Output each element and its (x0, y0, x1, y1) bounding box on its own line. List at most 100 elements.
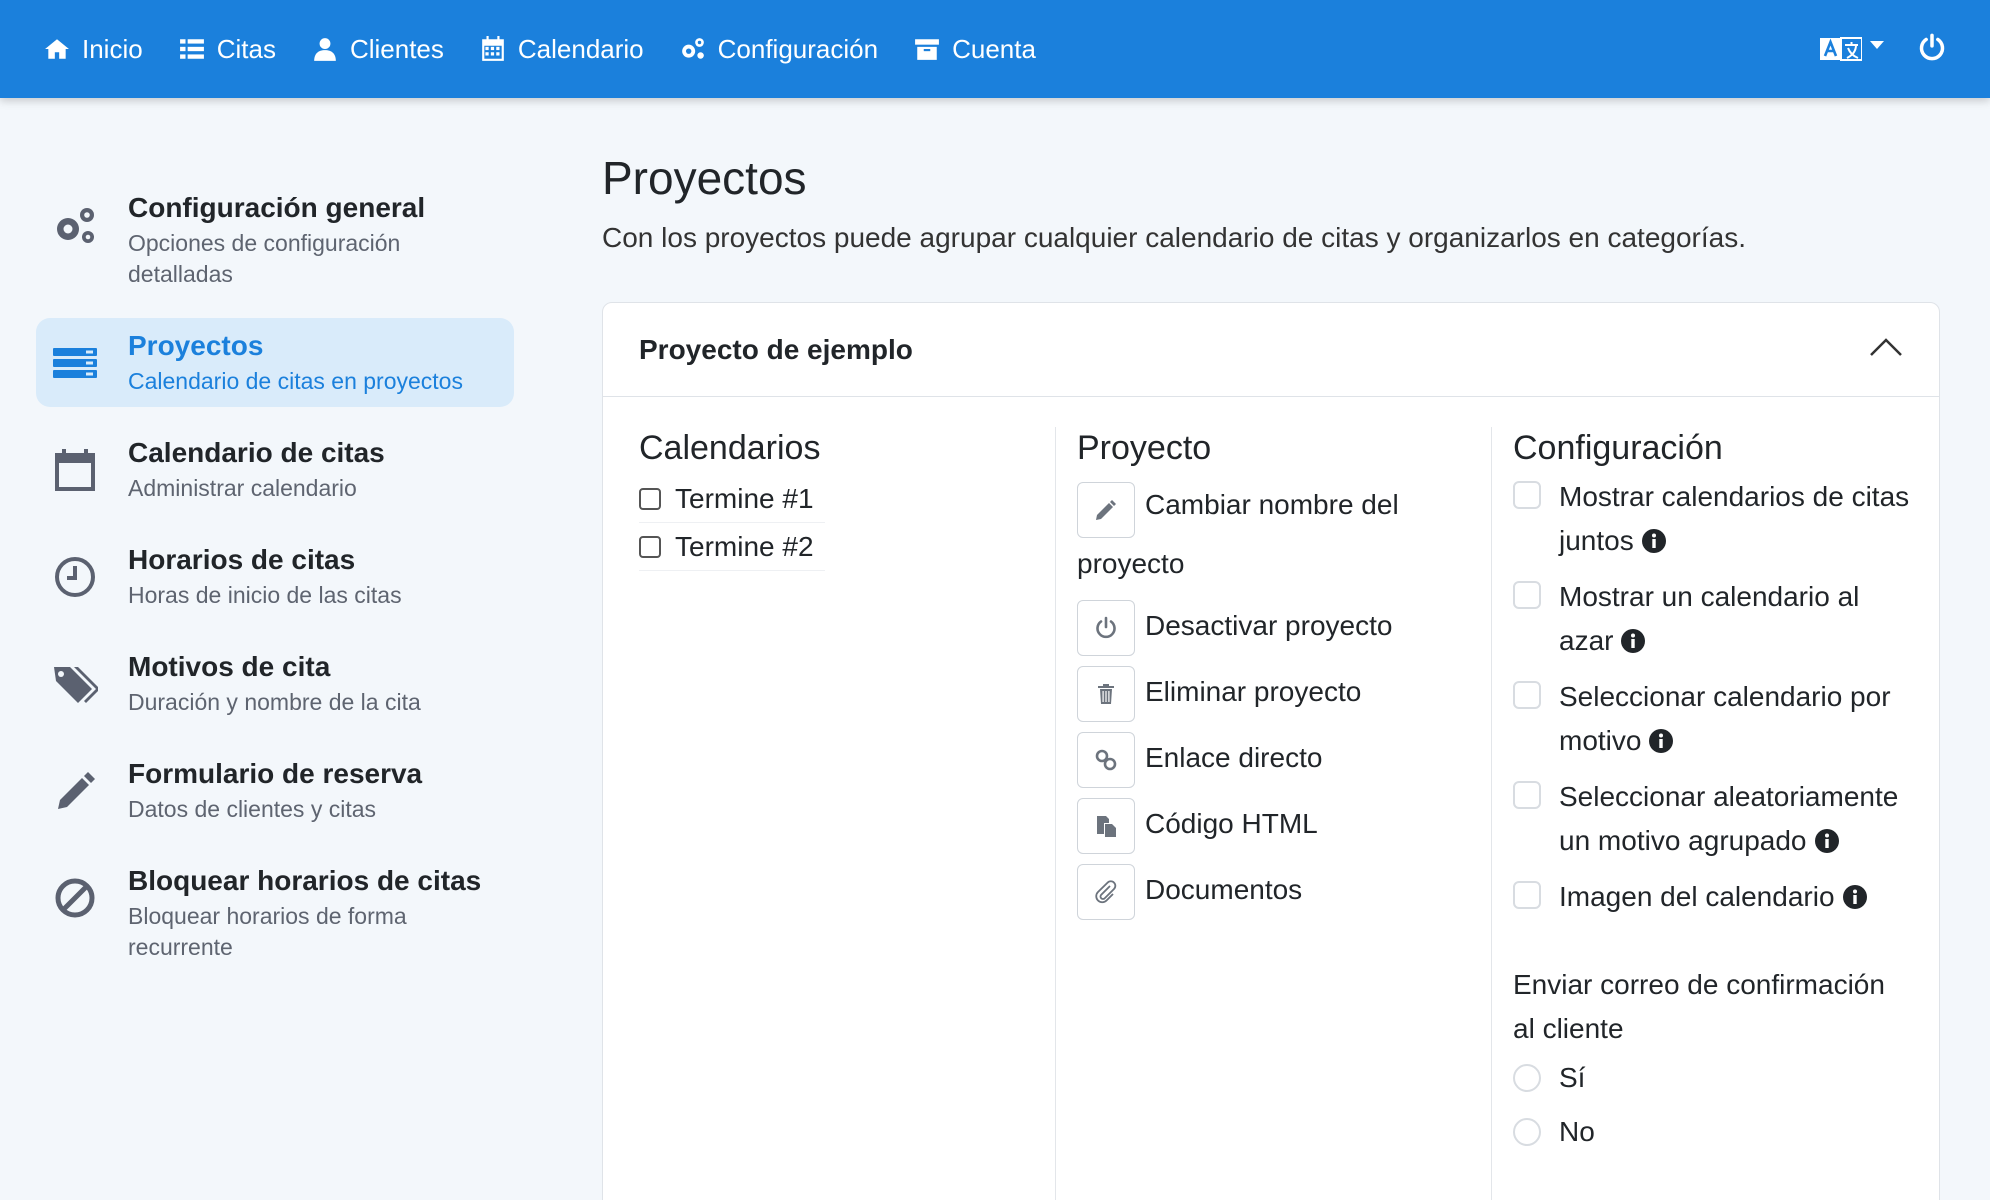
link-icon (1095, 749, 1117, 771)
info-icon[interactable] (1814, 822, 1839, 853)
setting-calendar-image[interactable]: Imagen del calendario (1513, 875, 1913, 919)
logout-button[interactable] (1918, 33, 1946, 66)
setting-checkbox[interactable] (1513, 581, 1541, 609)
nav-inicio[interactable]: Inicio (44, 34, 143, 65)
calendar-icon (482, 36, 504, 61)
project-settings-column: Configuración Mostrar calendarios de cit… (1513, 427, 1913, 1159)
calendar-label: Termine #2 (675, 530, 814, 562)
deactivate-project-action[interactable]: Desactivar proyecto (1077, 599, 1477, 656)
radio-label: No (1559, 1116, 1595, 1147)
paperclip-icon (1095, 880, 1117, 903)
setting-random-calendar[interactable]: Mostrar un calendario al azar (1513, 575, 1913, 663)
settings-heading: Configuración (1513, 429, 1723, 467)
deactivate-button[interactable] (1077, 599, 1135, 656)
info-icon[interactable] (1842, 878, 1867, 909)
nav-clientes[interactable]: Clientes (312, 34, 444, 65)
calendar-checkbox[interactable] (639, 487, 661, 510)
sidebar-item-subtitle: Datos de clientes y citas (128, 796, 377, 822)
calendar-label: Termine #1 (675, 482, 814, 514)
nav-citas[interactable]: Citas (179, 34, 276, 65)
user-icon (314, 38, 336, 61)
nav-label: Calendario (517, 33, 644, 64)
documents-button[interactable] (1077, 863, 1135, 920)
html-code-button[interactable] (1077, 797, 1135, 854)
action-label: Código HTML (1145, 807, 1318, 839)
sidebar-item-motivos-de-cita[interactable]: Motivos de cita Duración y nombre de la … (36, 639, 514, 728)
power-icon (1096, 616, 1116, 638)
nav-cuenta[interactable]: Cuenta (914, 34, 1036, 65)
email-option-no[interactable]: No (1513, 1105, 1913, 1159)
sidebar-item-title: Calendario de citas (128, 437, 385, 468)
rename-button[interactable] (1077, 481, 1135, 538)
sidebar-item-configuracion-general[interactable]: Configuración general Opciones de config… (36, 180, 514, 300)
project-heading: Proyecto (1077, 429, 1212, 467)
chevron-down-icon (1870, 41, 1884, 49)
sidebar-item-subtitle: Bloquear horarios de forma recurrente (128, 903, 407, 960)
nav-calendario[interactable]: Calendario (480, 34, 644, 65)
info-icon[interactable] (1641, 522, 1666, 553)
setting-checkbox[interactable] (1513, 681, 1541, 709)
direct-link-action[interactable]: Enlace directo (1077, 731, 1477, 788)
language-dropdown[interactable] (1820, 34, 1884, 64)
trash-icon (1098, 683, 1114, 704)
sidebar-item-title: Proyectos (128, 330, 264, 361)
copy-icon (1097, 815, 1116, 837)
nav-right (1820, 0, 1946, 98)
chevron-up-icon[interactable] (1869, 337, 1903, 362)
sidebar-item-horarios-de-citas[interactable]: Horarios de citas Horas de inicio de las… (36, 532, 514, 621)
calendar-checkbox[interactable] (639, 535, 661, 558)
html-code-action[interactable]: Código HTML (1077, 797, 1477, 854)
setting-random-grouped-reason[interactable]: Seleccionar aleatoriamente un motivo agr… (1513, 775, 1913, 863)
setting-show-calendars-together[interactable]: Mostrar calendarios de citas juntos (1513, 475, 1913, 563)
sidebar-item-proyectos[interactable]: Proyectos Calendario de citas en proyect… (36, 318, 514, 407)
delete-project-action[interactable]: Eliminar proyecto (1077, 665, 1477, 722)
list-icon (179, 39, 204, 59)
info-icon[interactable] (1649, 722, 1674, 753)
action-label: Documentos (1145, 873, 1303, 905)
direct-link-button[interactable] (1077, 731, 1135, 788)
sidebar-item-subtitle: Horas de inicio de las citas (128, 582, 402, 608)
action-label: Eliminar proyecto (1145, 675, 1362, 707)
info-icon[interactable] (1621, 622, 1646, 653)
nav-label: Citas (216, 33, 276, 64)
radio-button[interactable] (1513, 1064, 1541, 1092)
calendars-heading: Calendarios (639, 429, 821, 467)
calendar-item[interactable]: Termine #1 (639, 475, 825, 523)
nav-configuracion[interactable]: Configuración (680, 34, 878, 65)
radio-button[interactable] (1513, 1118, 1541, 1146)
sidebar-item-bloquear-horarios[interactable]: Bloquear horarios de citas Bloquear hora… (36, 853, 514, 973)
setting-label: Mostrar calendarios de citas juntos (1559, 481, 1910, 556)
sidebar-item-title: Motivos de cita (128, 651, 331, 682)
documents-action[interactable]: Documentos (1077, 863, 1477, 920)
sidebar-item-subtitle: Calendario de citas en proyectos (128, 368, 463, 394)
pencil-icon (1096, 499, 1116, 520)
setting-checkbox[interactable] (1513, 881, 1541, 909)
calendar-icon (52, 447, 98, 493)
action-label: Desactivar proyecto (1145, 609, 1393, 641)
sidebar-item-subtitle: Administrar calendario (128, 475, 357, 501)
setting-calendar-by-reason[interactable]: Seleccionar calendario por motivo (1513, 675, 1913, 763)
tags-icon (52, 661, 100, 707)
settings-sidebar: Configuración general Opciones de config… (36, 180, 514, 991)
ban-icon (52, 875, 98, 921)
radio-label: Sí (1559, 1062, 1586, 1093)
sidebar-item-calendario-de-citas[interactable]: Calendario de citas Administrar calendar… (36, 425, 514, 514)
power-icon (1919, 33, 1945, 60)
setting-checkbox[interactable] (1513, 781, 1541, 809)
confirmation-email-label: Enviar correo de confirmación al cliente (1513, 969, 1885, 1044)
calendars-column: Calendarios Termine #1 Termine #2 (639, 427, 1039, 571)
setting-label: Mostrar un calendario al azar (1559, 581, 1860, 656)
translate-icon (1820, 37, 1862, 61)
setting-label: Seleccionar aleatoriamente un motivo agr… (1559, 781, 1899, 856)
calendar-item[interactable]: Termine #2 (639, 523, 825, 571)
email-option-yes[interactable]: Sí (1513, 1051, 1913, 1105)
nav-label: Inicio (82, 33, 143, 64)
setting-label: Imagen del calendario (1559, 881, 1835, 912)
setting-checkbox[interactable] (1513, 481, 1541, 509)
project-card-header[interactable]: Proyecto de ejemplo (603, 303, 1939, 397)
home-icon (45, 39, 69, 59)
rename-project-action[interactable]: Cambiar nombre del proyecto (1077, 479, 1477, 590)
delete-button[interactable] (1077, 665, 1135, 722)
sidebar-item-title: Horarios de citas (128, 544, 356, 575)
sidebar-item-formulario-de-reserva[interactable]: Formulario de reserva Datos de clientes … (36, 746, 514, 835)
